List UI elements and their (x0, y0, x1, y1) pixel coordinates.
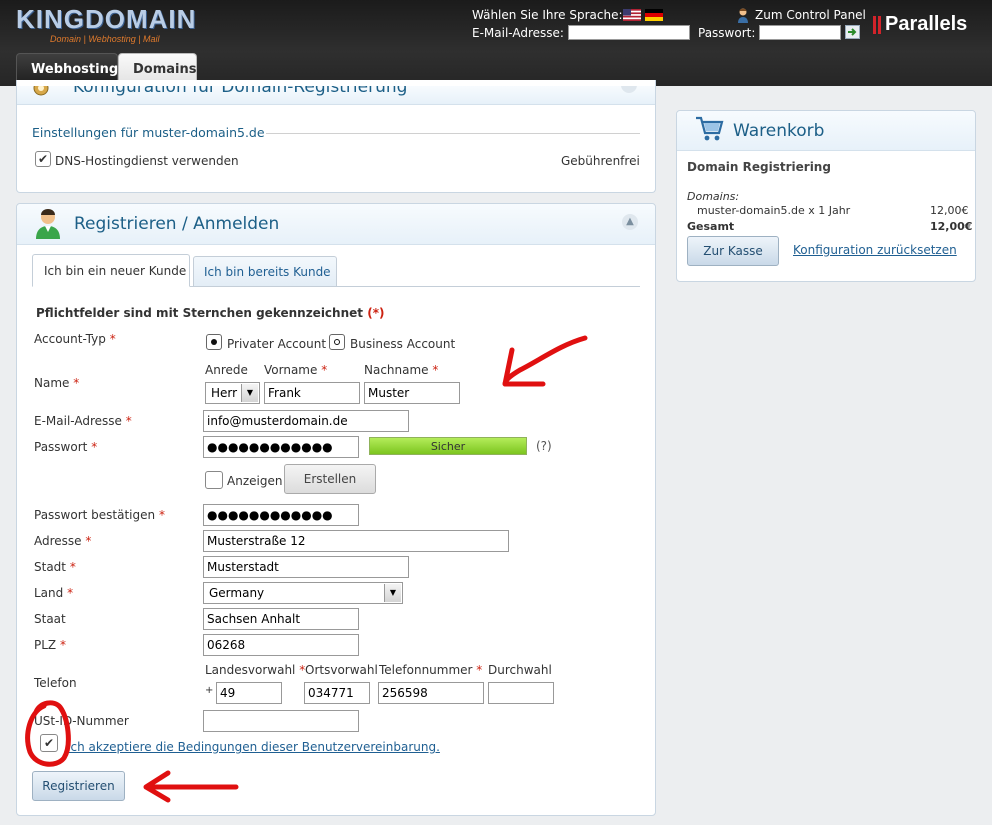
arrow-annotation-top (502, 335, 588, 387)
arrow-annotation-bottom (143, 770, 239, 803)
red-annotation-overlay (25, 335, 588, 803)
circle-annotation (25, 700, 71, 767)
